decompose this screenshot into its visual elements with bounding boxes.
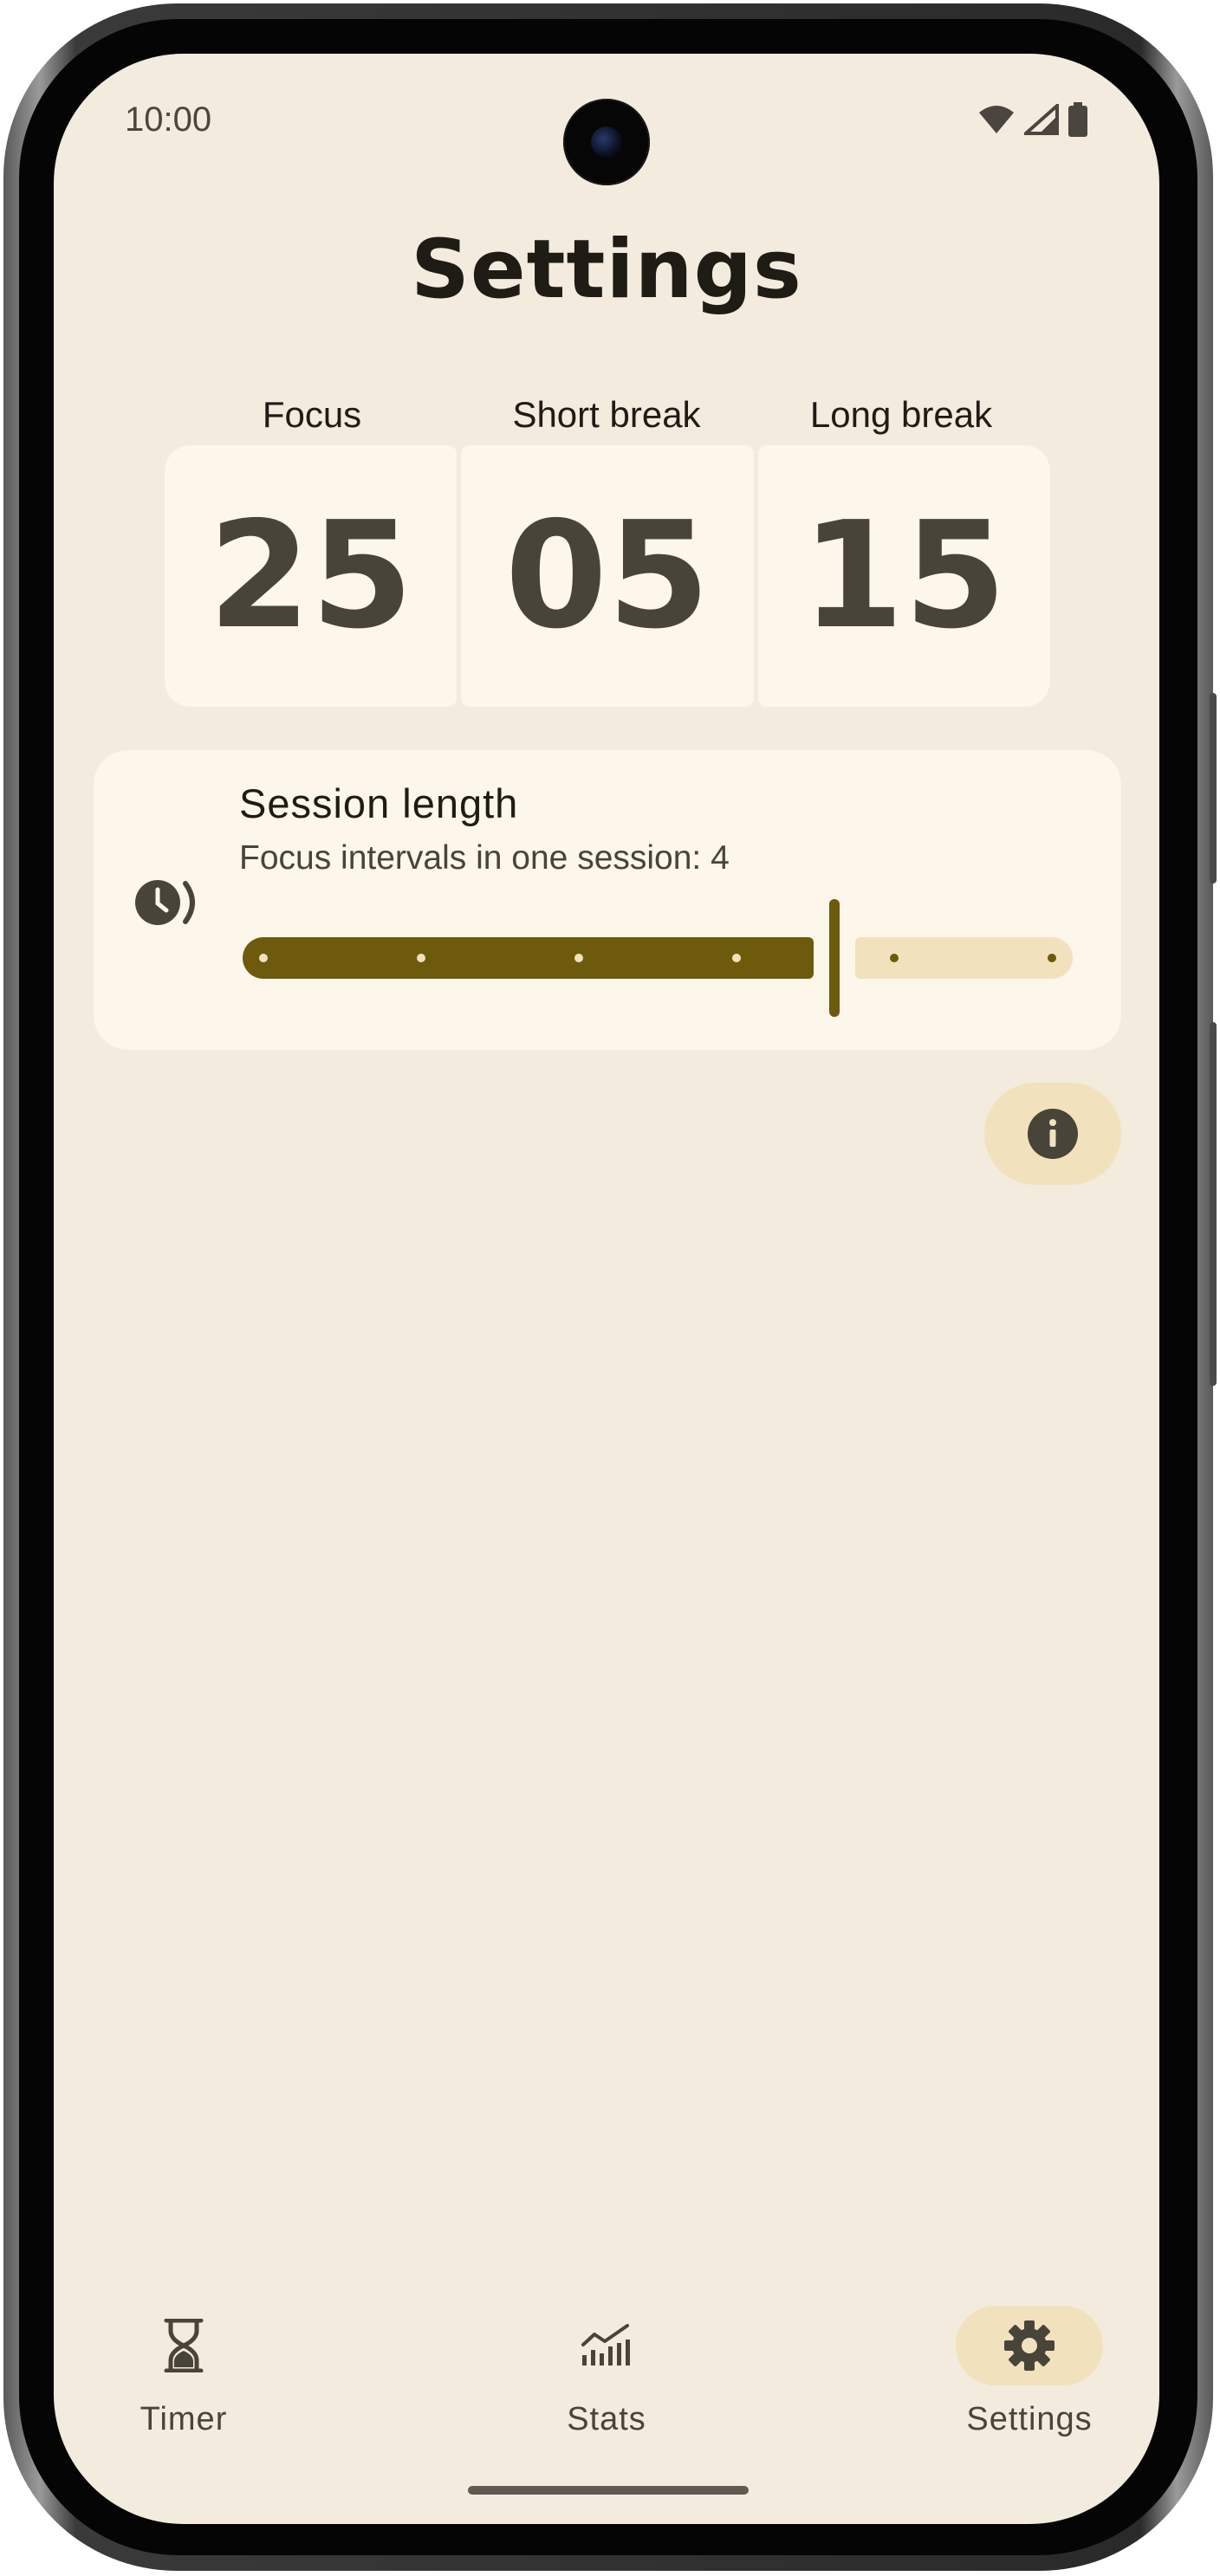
volume-button <box>1210 693 1217 883</box>
info-button[interactable] <box>984 1083 1121 1185</box>
stats-chart-icon <box>581 2324 630 2366</box>
nav-label-settings: Settings <box>966 2401 1093 2437</box>
slider-step-dot <box>259 954 268 962</box>
focus-label: Focus <box>262 394 362 435</box>
nav-item-timer[interactable]: Timer <box>54 2306 314 2438</box>
focus-duration-tile[interactable]: 25 <box>165 445 458 707</box>
nav-pill-settings <box>956 2306 1103 2385</box>
gear-icon <box>1004 2320 1055 2371</box>
status-time: 10:00 <box>125 100 212 139</box>
slider-step-dot <box>574 954 583 962</box>
page-title: Settings <box>411 223 802 317</box>
session-length-title: Session length <box>239 780 519 826</box>
short-break-label: Short break <box>512 394 701 435</box>
slider-step-dot <box>417 954 425 962</box>
signal-icon <box>1024 104 1059 135</box>
nav-pill-timer <box>110 2306 257 2385</box>
short-break-duration-tile[interactable]: 05 <box>461 445 754 707</box>
nav-label-timer: Timer <box>140 2401 228 2437</box>
nav-item-settings[interactable]: Settings <box>899 2306 1159 2438</box>
slider-step-dot <box>890 954 899 962</box>
slider-thumb[interactable] <box>828 899 840 1017</box>
slider-step-dot <box>1048 954 1056 962</box>
hourglass-icon <box>164 2319 204 2372</box>
status-icons <box>977 102 1088 137</box>
slider-inactive-track <box>854 937 1073 979</box>
slider-step-dot <box>732 954 741 962</box>
session-length-card: Session length Focus intervals in one se… <box>94 750 1121 1050</box>
screen: 10:00 Settings Focus Short break Long br… <box>54 54 1159 2524</box>
home-indicator[interactable] <box>468 2486 749 2495</box>
wifi-icon <box>979 106 1014 133</box>
session-length-subtitle: Focus intervals in one session: 4 <box>239 839 730 877</box>
long-break-duration-tile[interactable]: 15 <box>757 445 1050 707</box>
timer-labels: Focus Short break Long break <box>165 394 1048 436</box>
session-length-slider[interactable] <box>243 899 1073 1020</box>
battery-icon <box>1068 102 1087 137</box>
nav-label-stats: Stats <box>567 2401 646 2437</box>
nav-pill-stats <box>533 2306 680 2385</box>
slider-active-track <box>243 937 814 979</box>
long-break-label: Long break <box>809 394 993 435</box>
info-icon <box>1028 1109 1078 1159</box>
nav-item-stats[interactable]: Stats <box>477 2306 737 2438</box>
front-camera <box>563 99 650 185</box>
clock-loop-icon <box>135 880 195 925</box>
timer-tiles: 25 05 15 <box>165 445 1050 707</box>
bottom-navigation: Timer Stats Settings <box>54 2306 1159 2462</box>
power-button <box>1210 1022 1217 1386</box>
